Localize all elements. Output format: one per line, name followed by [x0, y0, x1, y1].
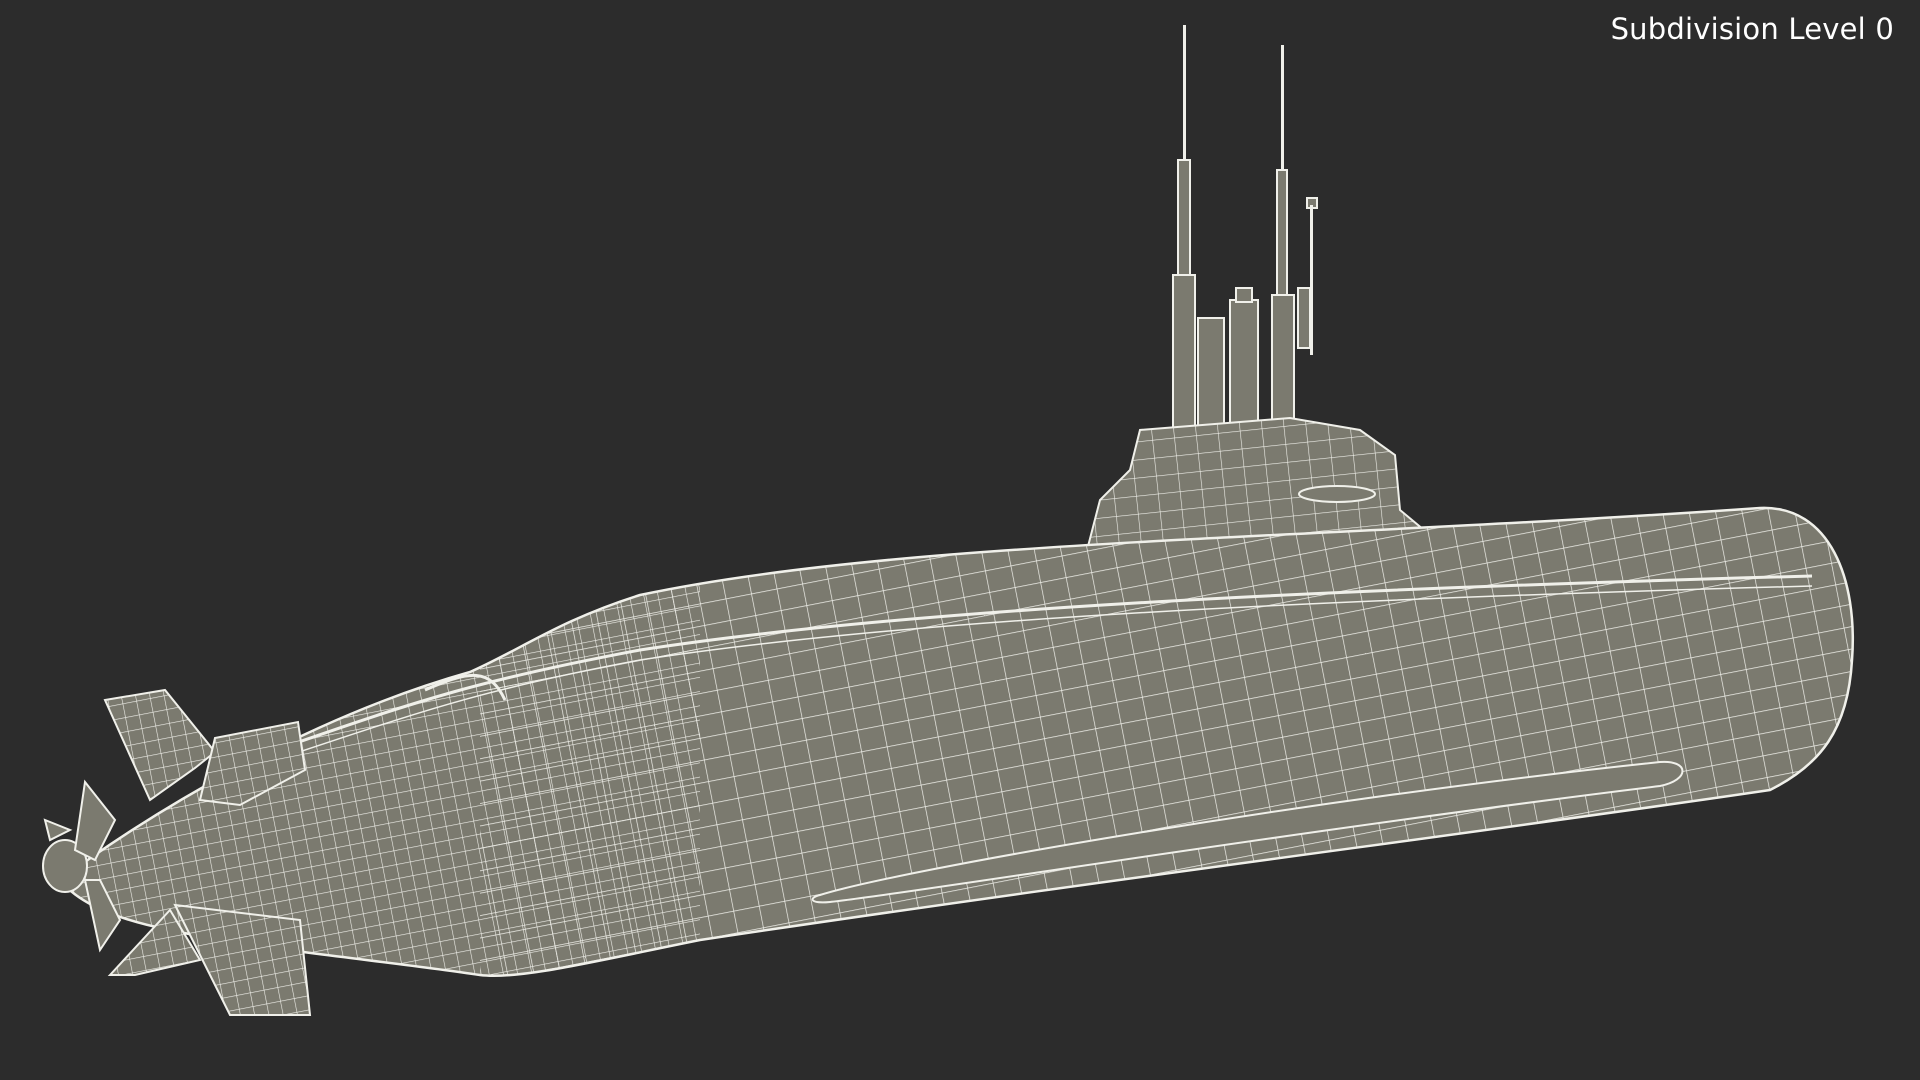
mast-group — [1172, 25, 1318, 436]
3d-viewport[interactable]: Subdivision Level 0 — [0, 0, 1920, 1080]
submarine-wireframe-model — [42, 25, 1854, 1016]
subdivision-level-label: Subdivision Level 0 — [1610, 12, 1894, 46]
